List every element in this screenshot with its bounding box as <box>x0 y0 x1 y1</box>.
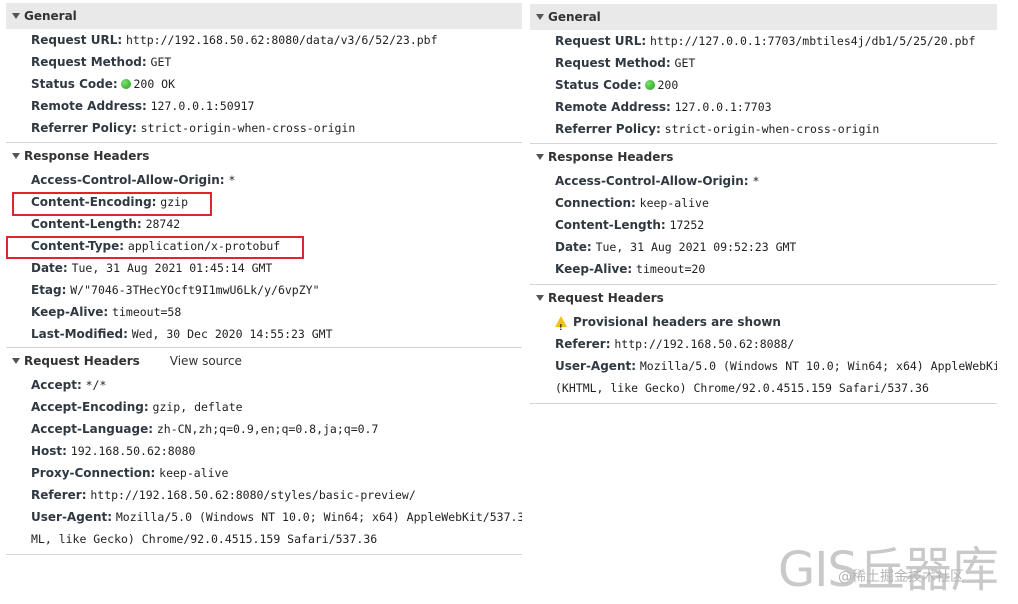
header-row: Keep-Alive: timeout=20 <box>555 262 706 276</box>
response-headers-toggle[interactable]: Response Headers <box>530 144 997 170</box>
content-encoding-highlight <box>12 192 212 216</box>
header-row: Date: Tue, 31 Aug 2021 09:52:23 GMT <box>555 240 797 254</box>
header-row-continued: ML, like Gecko) Chrome/92.0.4515.159 Saf… <box>31 532 378 546</box>
header-row-continued: (KHTML, like Gecko) Chrome/92.0.4515.159… <box>555 381 929 395</box>
header-row: Last-Modified: Wed, 30 Dec 2020 14:55:23… <box>31 327 333 341</box>
header-row: Remote Address: 127.0.0.1:7703 <box>555 100 772 114</box>
header-row: Content-Length: 17252 <box>555 218 705 232</box>
request-headers-toggle[interactable]: Request Headers View source <box>6 348 522 374</box>
header-row: Request Method: GET <box>31 55 172 69</box>
header-row: Content-Length: 28742 <box>31 217 181 231</box>
header-row: Status Code: 200 OK <box>31 77 176 91</box>
response-headers-toggle[interactable]: Response Headers <box>6 143 522 169</box>
request-headers-section: Accept: */* Accept-Encoding: gzip, defla… <box>6 374 522 550</box>
section-title: Response Headers <box>24 149 150 163</box>
expand-triangle-icon <box>536 154 544 160</box>
watermark-sub: @稀土掘金技术社区 <box>838 569 964 585</box>
section-title: Request Headers <box>548 291 664 305</box>
header-row: Accept-Language: zh-CN,zh;q=0.9,en;q=0.8… <box>31 422 379 436</box>
content-type-highlight <box>6 236 304 259</box>
response-headers-section: Access-Control-Allow-Origin: * Connectio… <box>530 170 997 280</box>
header-row: Request URL: http://127.0.0.1:7703/mbtil… <box>555 34 976 48</box>
header-row: Referer: http://192.168.50.62:8088/ <box>555 337 795 351</box>
left-headers-panel: General Request URL: http://192.168.50.6… <box>6 0 522 555</box>
request-headers-section: Provisional headers are shown Referer: h… <box>530 311 997 399</box>
header-row: Date: Tue, 31 Aug 2021 01:45:14 GMT <box>31 261 273 275</box>
header-row: User-Agent: Mozilla/5.0 (Windows NT 10.0… <box>31 510 522 524</box>
general-section-toggle[interactable]: General <box>530 4 997 30</box>
expand-triangle-icon <box>536 295 544 301</box>
header-row: Keep-Alive: timeout=58 <box>31 305 182 319</box>
header-row: Remote Address: 127.0.0.1:50917 <box>31 99 255 113</box>
provisional-warning: Provisional headers are shown <box>555 311 997 333</box>
header-row: Host: 192.168.50.62:8080 <box>31 444 196 458</box>
request-headers-toggle[interactable]: Request Headers <box>530 285 997 311</box>
general-section-toggle[interactable]: General <box>6 3 522 29</box>
expand-triangle-icon <box>12 153 20 159</box>
header-row: Etag: W/"7046-3THecYOcft9I1mwU6Lk/y/6vpZ… <box>31 283 320 297</box>
header-row: Status Code: 200 <box>555 78 679 92</box>
section-title: Response Headers <box>548 150 674 164</box>
header-row: Referrer Policy: strict-origin-when-cros… <box>31 121 356 135</box>
header-row: Accept-Encoding: gzip, deflate <box>31 400 243 414</box>
header-row: User-Agent: Mozilla/5.0 (Windows NT 10.0… <box>555 359 997 373</box>
header-row: Referer: http://192.168.50.62:8080/style… <box>31 488 416 502</box>
expand-triangle-icon <box>12 358 20 364</box>
header-row: Access-Control-Allow-Origin: * <box>555 174 760 188</box>
header-row: Connection: keep-alive <box>555 196 709 210</box>
right-headers-panel: General Request URL: http://127.0.0.1:77… <box>530 0 997 404</box>
header-row: Proxy-Connection: keep-alive <box>31 466 229 480</box>
expand-triangle-icon <box>536 14 544 20</box>
general-section: Request URL: http://192.168.50.62:8080/d… <box>6 29 522 139</box>
warning-icon <box>555 316 567 333</box>
section-title: General <box>24 9 77 23</box>
header-row: Referrer Policy: strict-origin-when-cros… <box>555 122 880 136</box>
expand-triangle-icon <box>12 13 20 19</box>
section-title: General <box>548 10 601 24</box>
header-row: Request Method: GET <box>555 56 696 70</box>
header-row: Access-Control-Allow-Origin: * <box>31 173 236 187</box>
section-title: Request Headers <box>24 354 140 368</box>
watermark-brand: GIS丘器库 <box>778 542 999 598</box>
header-row: Accept: */* <box>31 378 107 392</box>
view-source-link[interactable]: View source <box>170 354 242 368</box>
general-section: Request URL: http://127.0.0.1:7703/mbtil… <box>530 30 997 140</box>
status-ok-icon <box>121 79 132 89</box>
header-row: Request URL: http://192.168.50.62:8080/d… <box>31 33 438 47</box>
status-ok-icon <box>645 80 656 90</box>
